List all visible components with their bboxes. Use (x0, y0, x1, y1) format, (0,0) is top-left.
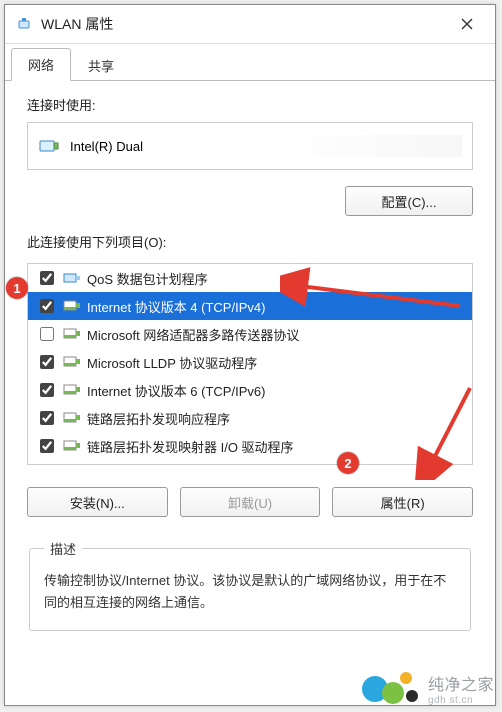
uninstall-button: 卸载(U) (180, 487, 321, 517)
item-label: 链路层拓扑发现映射器 I/O 驱动程序 (87, 437, 294, 456)
item-label: Microsoft LLDP 协议驱动程序 (87, 353, 257, 372)
list-item[interactable]: Internet 协议版本 6 (TCP/IPv6) (28, 376, 472, 404)
description-legend: 描述 (44, 539, 82, 558)
nic-icon (38, 135, 60, 157)
item-checkbox[interactable] (40, 355, 54, 369)
description-group: 描述 传输控制协议/Internet 协议。该协议是默认的广域网络协议，用于在不… (29, 539, 471, 631)
item-checkbox[interactable] (40, 327, 54, 341)
adapter-name: Intel(R) Dual (70, 139, 143, 154)
annotation-marker-2: 2 (337, 452, 359, 474)
protocol-icon (63, 410, 81, 426)
close-icon (461, 18, 473, 30)
item-label: Microsoft 网络适配器多路传送器协议 (87, 325, 299, 344)
protocol-icon (63, 438, 81, 454)
list-item[interactable]: QoS 数据包计划程序 (28, 264, 472, 292)
tab-network[interactable]: 网络 (11, 48, 71, 81)
tab-sharing[interactable]: 共享 (71, 49, 131, 81)
tab-strip: 网络 共享 (5, 44, 495, 81)
connect-using-label: 连接时使用: (27, 95, 473, 114)
watermark: 纯净之家 gdh st.cn (362, 671, 494, 706)
protocol-icon (63, 382, 81, 398)
wlan-properties-window: WLAN 属性 网络 共享 连接时使用: Intel(R) Dual (4, 4, 496, 706)
item-checkbox[interactable] (40, 383, 54, 397)
list-item[interactable]: 链路层拓扑发现响应程序 (28, 404, 472, 432)
list-item[interactable]: Internet 协议版本 4 (TCP/IPv4) (28, 292, 472, 320)
protocol-icon (63, 326, 81, 342)
item-label: Internet 协议版本 4 (TCP/IPv4) (87, 297, 265, 316)
watermark-logo-icon (362, 672, 422, 706)
item-label: 链路层拓扑发现响应程序 (87, 409, 230, 428)
item-label: QoS 数据包计划程序 (87, 269, 208, 288)
list-item[interactable]: Microsoft 网络适配器多路传送器协议 (28, 320, 472, 348)
list-item[interactable]: Microsoft LLDP 协议驱动程序 (28, 348, 472, 376)
item-label: Internet 协议版本 6 (TCP/IPv6) (87, 381, 265, 400)
titlebar: WLAN 属性 (5, 5, 495, 44)
protocol-icon (63, 354, 81, 370)
watermark-name: 纯净之家 (428, 671, 494, 695)
install-button[interactable]: 安装(N)... (27, 487, 168, 517)
item-checkbox[interactable] (40, 271, 54, 285)
adapter-field: Intel(R) Dual (27, 122, 473, 170)
description-text: 传输控制协议/Internet 协议。该协议是默认的广域网络协议，用于在不同的相… (44, 570, 456, 614)
network-items-list[interactable]: QoS 数据包计划程序 Internet 协议版本 4 (TCP/IPv4) Mic… (27, 263, 473, 465)
close-button[interactable] (445, 9, 489, 39)
item-checkbox[interactable] (40, 411, 54, 425)
window-title: WLAN 属性 (41, 14, 445, 34)
list-item[interactable]: 链路层拓扑发现映射器 I/O 驱动程序 (28, 432, 472, 460)
properties-button[interactable]: 属性(R) (332, 487, 473, 517)
adapter-icon (15, 15, 33, 33)
protocol-icon (63, 298, 81, 314)
configure-button[interactable]: 配置(C)... (345, 186, 473, 216)
item-checkbox[interactable] (40, 299, 54, 313)
qos-icon (63, 270, 81, 286)
annotation-marker-1: 1 (6, 277, 28, 299)
items-label: 此连接使用下列项目(O): (27, 232, 473, 251)
watermark-url: gdh st.cn (428, 695, 473, 706)
item-checkbox[interactable] (40, 439, 54, 453)
adapter-name-redacted (153, 135, 462, 157)
